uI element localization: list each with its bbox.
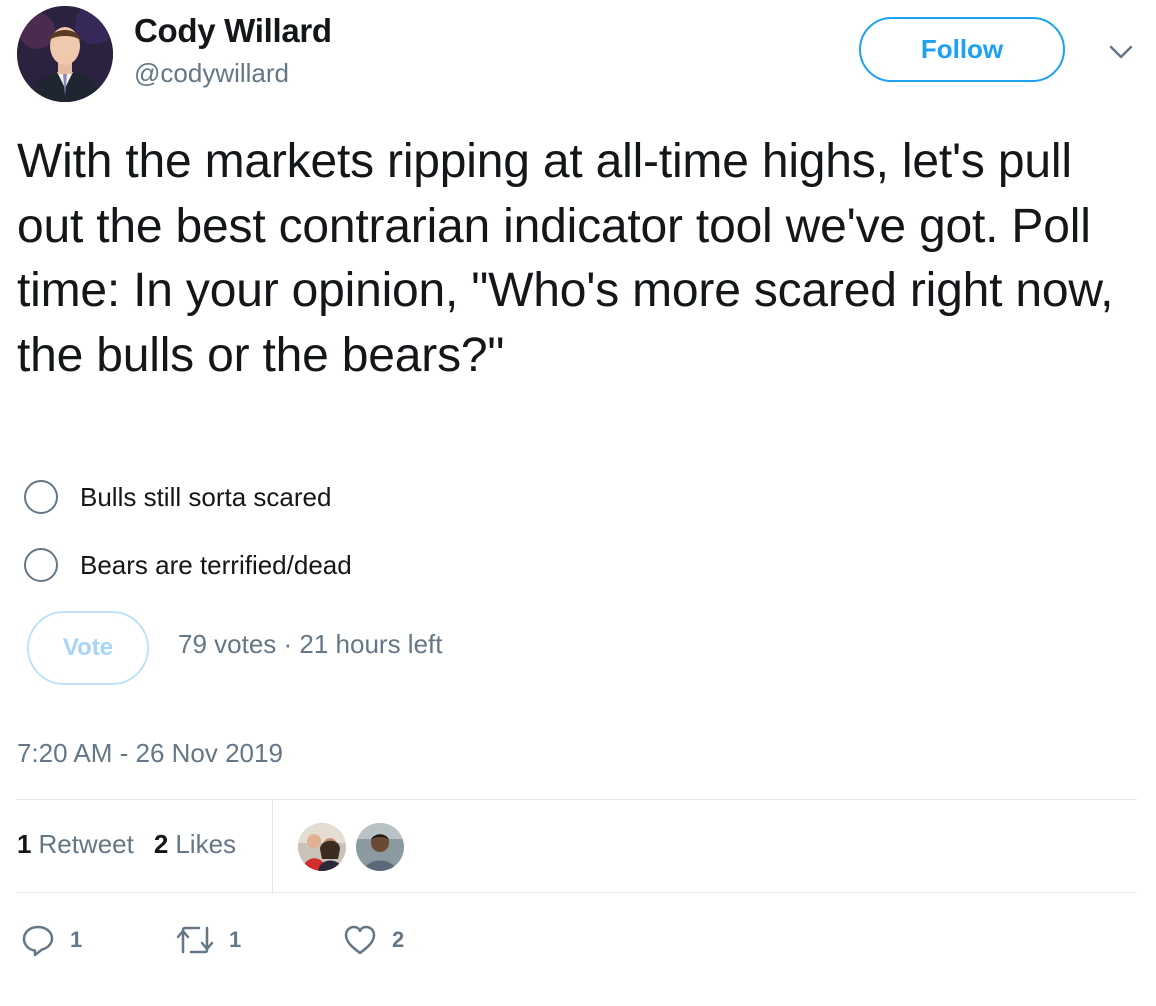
poll-option-label: Bulls still sorta scared xyxy=(80,481,332,512)
reply-button[interactable]: 1 xyxy=(20,920,82,960)
heart-icon xyxy=(344,925,376,955)
retweets-stat[interactable]: 1 Retweet xyxy=(17,829,134,860)
reply-icon xyxy=(22,925,54,957)
likes-label: Likes xyxy=(175,829,237,859)
retweet-count: 1 xyxy=(229,927,242,952)
divider xyxy=(272,800,273,892)
radio-icon[interactable] xyxy=(24,480,58,514)
divider xyxy=(17,799,1137,800)
engagement-stats: 1 Retweet 2 Likes xyxy=(17,829,256,860)
likes-stat[interactable]: 2 Likes xyxy=(154,829,236,860)
liker-avatar[interactable] xyxy=(356,823,404,871)
poll-option[interactable]: Bulls still sorta scared xyxy=(24,477,331,517)
retweets-count: 1 xyxy=(17,829,32,859)
divider xyxy=(17,892,1137,893)
retweet-button[interactable]: 1 xyxy=(175,920,241,960)
reply-count: 1 xyxy=(70,927,83,952)
chevron-down-icon[interactable] xyxy=(1106,40,1136,64)
like-button[interactable]: 2 xyxy=(342,920,404,960)
liker-avatars xyxy=(298,823,414,871)
tweet-timestamp[interactable]: 7:20 AM - 26 Nov 2019 xyxy=(17,738,283,769)
poll-option[interactable]: Bears are terrified/dead xyxy=(24,545,352,585)
radio-icon[interactable] xyxy=(24,548,58,582)
retweets-label: Retweet xyxy=(38,829,134,859)
vote-button[interactable]: Vote xyxy=(27,611,149,685)
liker-avatar[interactable] xyxy=(298,823,346,871)
retweet-icon xyxy=(176,926,214,954)
author-handle[interactable]: @codywillard xyxy=(134,58,289,89)
author-avatar[interactable] xyxy=(17,6,113,102)
follow-button[interactable]: Follow xyxy=(859,17,1065,82)
tweet-text: With the markets ripping at all-time hig… xyxy=(17,135,1114,382)
likes-count: 2 xyxy=(153,829,169,859)
like-count: 2 xyxy=(392,927,405,952)
poll-meta: 79 votes · 21 hours left xyxy=(178,629,443,659)
author-name[interactable]: Cody Willard xyxy=(134,12,332,50)
poll-option-label: Bears are terrified/dead xyxy=(80,549,352,580)
